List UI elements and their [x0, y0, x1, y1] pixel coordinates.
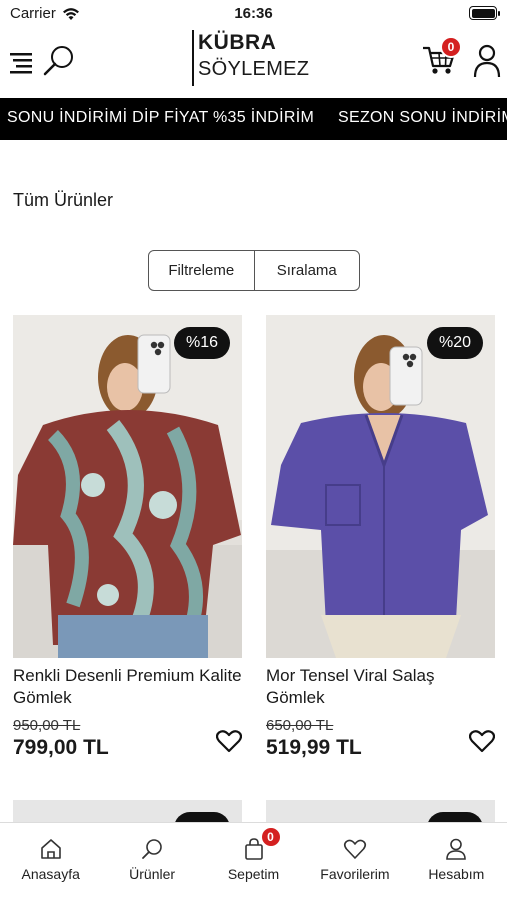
tab-label: Ürünler	[129, 866, 176, 882]
tab-home[interactable]: Anasayfa	[0, 823, 101, 900]
product-name[interactable]: Mor Tensel Viral Salaş Gömlek	[266, 665, 495, 709]
filter-sort-group: Filtreleme Sıralama	[148, 250, 360, 291]
product-price: 799,00 TL	[13, 736, 109, 759]
favorite-heart-icon[interactable]	[469, 729, 495, 753]
brand-logo[interactable]: KÜBRA SÖYLEMEZ	[192, 30, 309, 86]
discount-badge: %20	[427, 327, 483, 359]
heart-icon	[343, 839, 366, 859]
tab-label: Anasayfa	[21, 866, 80, 882]
status-time: 16:36	[234, 5, 273, 22]
announcement-bar: SONU İNDİRİMİ DİP FİYAT %35 İNDİRİM SEZO…	[0, 98, 507, 140]
tab-cart[interactable]: Sepetim 0	[203, 823, 304, 900]
menu-icon[interactable]	[10, 50, 34, 74]
sort-button[interactable]: Sıralama	[253, 251, 360, 290]
product-photo	[13, 315, 242, 658]
announcement-text: SEZON SONU İNDİRİM	[338, 109, 507, 126]
cart-count-badge: 0	[440, 36, 462, 58]
product-card[interactable]: %16 Renkli Desenli Premium Kalite Gömlek…	[13, 315, 242, 760]
discount-badge: %16	[174, 327, 230, 359]
search-icon[interactable]	[42, 44, 76, 78]
search-icon	[142, 839, 162, 859]
cart-count-badge: 0	[259, 826, 282, 848]
filter-button[interactable]: Filtreleme	[149, 251, 254, 290]
product-name[interactable]: Renkli Desenli Premium Kalite Gömlek	[13, 665, 242, 709]
tab-favorites[interactable]: Favorilerim	[304, 823, 405, 900]
product-price: 519,99 TL	[266, 736, 362, 759]
status-bar: Carrier 16:36	[0, 0, 507, 28]
user-icon	[446, 838, 467, 860]
bottom-tab-bar: Anasayfa Ürünler Sepetim 0 Favorilerim H…	[0, 822, 507, 900]
logo-line-2: SÖYLEMEZ	[198, 58, 310, 80]
product-image[interactable]: %20	[266, 315, 495, 658]
app-header: KÜBRA SÖYLEMEZ 0	[0, 28, 507, 98]
user-icon[interactable]	[472, 44, 502, 78]
old-price: 950,00 TL	[13, 717, 81, 734]
old-price: 650,00 TL	[266, 717, 334, 734]
product-card[interactable]: %20 Mor Tensel Viral Salaş Gömlek 650,00…	[266, 315, 495, 760]
product-image[interactable]: %16	[13, 315, 242, 658]
product-photo	[266, 315, 495, 658]
favorite-heart-icon[interactable]	[216, 729, 242, 753]
tab-label: Sepetim	[227, 866, 280, 882]
tab-label: Hesabım	[428, 866, 485, 882]
announcement-text: SONU İNDİRİMİ DİP FİYAT %35 İNDİRİM	[7, 109, 315, 126]
battery-icon	[469, 6, 500, 20]
home-icon	[40, 839, 61, 859]
tab-label: Favorilerim	[320, 866, 390, 882]
tab-products[interactable]: Ürünler	[101, 823, 202, 900]
logo-line-1: KÜBRA	[198, 31, 277, 54]
tab-account[interactable]: Hesabım	[406, 823, 507, 900]
page-title: Tüm Ürünler	[13, 190, 114, 210]
